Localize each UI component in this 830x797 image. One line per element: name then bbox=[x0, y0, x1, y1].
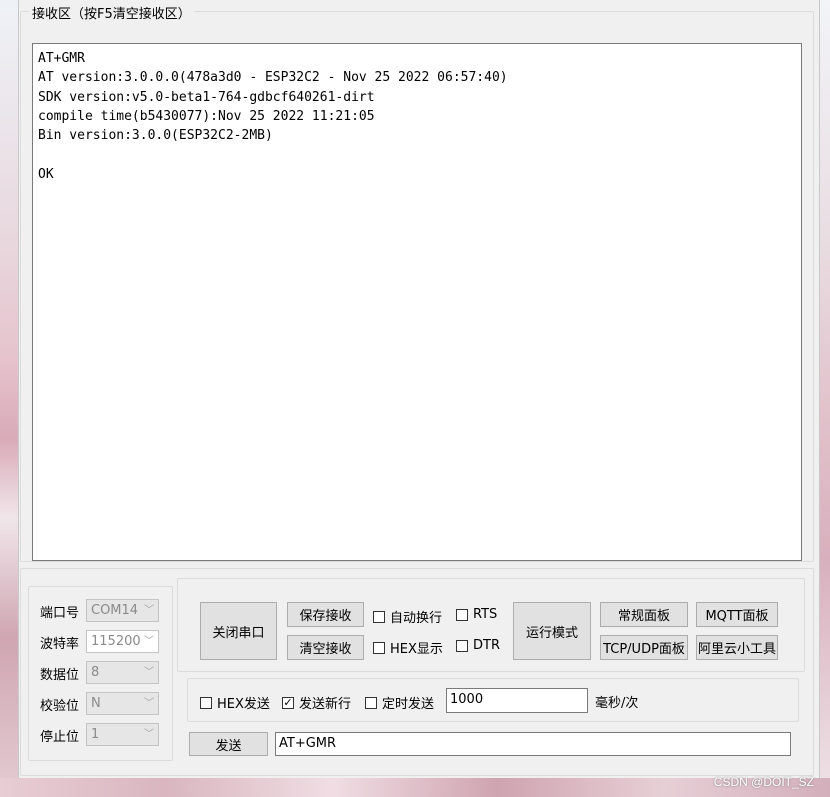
send-button[interactable]: 发送 bbox=[189, 732, 268, 756]
baud-label: 波特率 bbox=[40, 637, 80, 652]
parity-label: 校验位 bbox=[40, 699, 80, 714]
receive-line: AT+GMR bbox=[38, 51, 85, 66]
receive-line: Bin version:3.0.0(ESP32C2-2MB) bbox=[38, 128, 273, 144]
receive-line: compile time(b5430077):Nov 25 2022 11:21… bbox=[38, 108, 375, 124]
mqtt-panel-button[interactable]: MQTT面板 bbox=[696, 602, 778, 627]
clear-receive-button[interactable]: 清空接收 bbox=[287, 635, 364, 660]
close-port-button[interactable]: 关闭串口 bbox=[200, 602, 277, 660]
databits-select[interactable]: 8 ﹀ bbox=[86, 661, 159, 684]
run-mode-button[interactable]: 运行模式 bbox=[513, 602, 591, 660]
interval-unit: 毫秒/次 bbox=[595, 696, 639, 711]
parity-select[interactable]: N ﹀ bbox=[86, 692, 159, 715]
dtr-checkbox[interactable]: DTR bbox=[456, 638, 500, 653]
chevron-down-icon: ﹀ bbox=[144, 698, 154, 709]
checkbox-box bbox=[200, 696, 212, 709]
port-select[interactable]: COM14 ﹀ bbox=[86, 599, 159, 622]
parity-value: N bbox=[91, 696, 101, 711]
hex-send-label: HEX发送 bbox=[217, 697, 270, 712]
hex-display-label: HEX显示 bbox=[390, 642, 443, 657]
chevron-down-icon: ﹀ bbox=[144, 729, 154, 740]
receive-group: 接收区（按F5清空接收区） AT+GMR AT version:3.0.0.0(4… bbox=[20, 3, 814, 562]
checkmark-icon: ✓ bbox=[282, 695, 294, 709]
normal-panel-button[interactable]: 常规面板 bbox=[600, 602, 688, 627]
rts-checkbox[interactable]: RTS bbox=[456, 607, 497, 622]
timed-send-checkbox[interactable]: 定时发送 bbox=[365, 693, 434, 712]
baud-value: 115200 bbox=[91, 634, 141, 649]
hex-send-checkbox[interactable]: HEX发送 bbox=[200, 693, 270, 712]
databits-value: 8 bbox=[91, 665, 100, 680]
receive-line: OK bbox=[38, 166, 54, 182]
save-receive-button[interactable]: 保存接收 bbox=[287, 602, 364, 627]
interval-input[interactable]: 1000 bbox=[446, 688, 588, 713]
watermark: CSDN @DOIT_SZ bbox=[713, 775, 814, 789]
chevron-down-icon: ﹀ bbox=[144, 667, 154, 678]
send-newline-label: 发送新行 bbox=[299, 697, 352, 712]
aliyun-tool-button[interactable]: 阿里云小工具 bbox=[696, 635, 778, 660]
send-newline-checkbox[interactable]: ✓ 发送新行 bbox=[282, 693, 351, 712]
stopbits-label: 停止位 bbox=[40, 730, 80, 745]
receive-line bbox=[38, 145, 796, 164]
stopbits-value: 1 bbox=[91, 727, 100, 742]
tcpudp-panel-button[interactable]: TCP/UDP面板 bbox=[600, 635, 688, 660]
checkbox-box bbox=[373, 641, 385, 654]
port-label: 端口号 bbox=[40, 606, 80, 621]
background-left bbox=[0, 0, 18, 797]
databits-label: 数据位 bbox=[40, 668, 80, 683]
timed-send-label: 定时发送 bbox=[382, 697, 435, 712]
rts-label: RTS bbox=[473, 607, 498, 622]
checkbox-box bbox=[373, 610, 385, 623]
checkbox-box bbox=[365, 696, 377, 709]
background-bottom bbox=[0, 778, 830, 797]
receive-line: SDK version:v5.0-beta1-764-gdbcf640261-d… bbox=[38, 89, 375, 105]
port-value: COM14 bbox=[91, 603, 139, 618]
auto-wrap-label: 自动换行 bbox=[390, 611, 443, 626]
receive-line: AT version:3.0.0.0(478a3d0 - ESP32C2 - N… bbox=[38, 70, 508, 86]
checkbox-box bbox=[456, 639, 468, 652]
send-text-input[interactable]: AT+GMR bbox=[275, 732, 791, 756]
serial-tool-window: 接收区（按F5清空接收区） AT+GMR AT version:3.0.0.0(4… bbox=[18, 0, 820, 778]
baud-select[interactable]: 115200 ﹀ bbox=[86, 630, 159, 653]
chevron-down-icon: ﹀ bbox=[144, 605, 154, 616]
checkbox-box bbox=[456, 608, 468, 621]
receive-group-title: 接收区（按F5清空接收区） bbox=[29, 3, 194, 22]
hex-display-checkbox[interactable]: HEX显示 bbox=[373, 638, 443, 657]
chevron-down-icon: ﹀ bbox=[144, 636, 154, 647]
receive-textarea[interactable]: AT+GMR AT version:3.0.0.0(478a3d0 - ESP32… bbox=[32, 43, 802, 561]
auto-wrap-checkbox[interactable]: 自动换行 bbox=[373, 607, 442, 626]
dtr-label: DTR bbox=[473, 638, 500, 653]
stopbits-select[interactable]: 1 ﹀ bbox=[86, 723, 159, 746]
